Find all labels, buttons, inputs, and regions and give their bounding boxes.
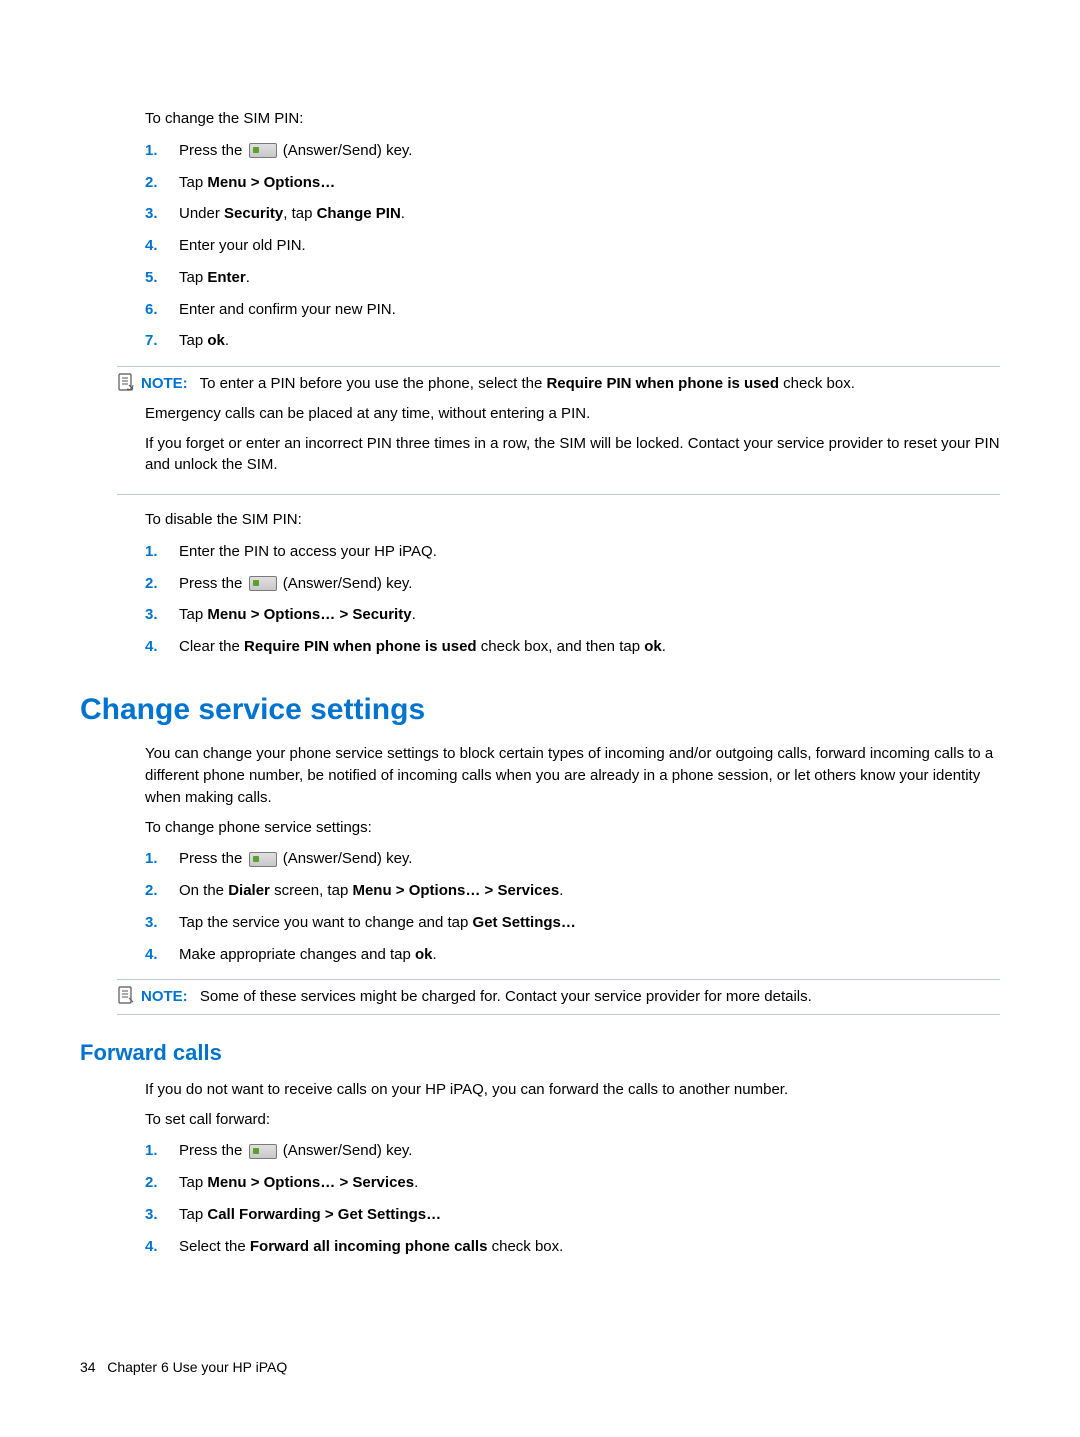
list-item: 2. Press the (Answer/Send) key.	[145, 573, 1000, 595]
step-text: Press the (Answer/Send) key.	[179, 573, 412, 595]
step-text: Tap Enter.	[179, 267, 250, 289]
step-number: 2.	[145, 1172, 179, 1194]
service-settings-steps: 1. Press the (Answer/Send) key. 2. On th…	[145, 848, 1000, 965]
note-text: To enter a PIN before you use the phone,…	[200, 375, 855, 392]
step-number: 2.	[145, 172, 179, 194]
chapter-title: Chapter 6 Use your HP iPAQ	[107, 1359, 287, 1375]
list-item: 1. Press the (Answer/Send) key.	[145, 848, 1000, 870]
list-item: 4. Make appropriate changes and tap ok.	[145, 944, 1000, 966]
list-item: 3. Under Security, tap Change PIN.	[145, 203, 1000, 225]
step-text: Enter and confirm your new PIN.	[179, 299, 396, 321]
page-footer: 34 Chapter 6 Use your HP iPAQ	[80, 1357, 287, 1377]
note-services-charged: NOTE: Some of these services might be ch…	[117, 979, 1000, 1015]
list-item: 4. Clear the Require PIN when phone is u…	[145, 636, 1000, 658]
answer-send-key-icon	[249, 852, 277, 867]
step-text: On the Dialer screen, tap Menu > Options…	[179, 880, 563, 902]
step-text: Tap Menu > Options…	[179, 172, 335, 194]
answer-send-key-icon	[249, 1144, 277, 1159]
step-number: 3.	[145, 1204, 179, 1226]
heading-forward-calls: Forward calls	[80, 1037, 1000, 1069]
step-number: 1.	[145, 848, 179, 870]
list-item: 3. Tap Call Forwarding > Get Settings…	[145, 1204, 1000, 1226]
list-item: 6. Enter and confirm your new PIN.	[145, 299, 1000, 321]
step-text: Under Security, tap Change PIN.	[179, 203, 405, 225]
step-number: 1.	[145, 1140, 179, 1162]
step-number: 1.	[145, 541, 179, 563]
list-item: 4. Enter your old PIN.	[145, 235, 1000, 257]
step-number: 7.	[145, 330, 179, 352]
step-text: Tap Menu > Options… > Security.	[179, 604, 416, 626]
step-text: Press the (Answer/Send) key.	[179, 1140, 412, 1162]
step-number: 3.	[145, 912, 179, 934]
note-sim-pin: NOTE: To enter a PIN before you use the …	[117, 366, 1000, 495]
answer-send-key-icon	[249, 143, 277, 158]
note-label: NOTE:	[141, 988, 188, 1005]
sim-change-intro: To change the SIM PIN:	[145, 108, 1000, 130]
sim-change-steps: 1. Press the (Answer/Send) key. 2. Tap M…	[145, 140, 1000, 352]
list-item: 5. Tap Enter.	[145, 267, 1000, 289]
note-label: NOTE:	[141, 375, 188, 392]
step-number: 4.	[145, 636, 179, 658]
note-icon	[117, 986, 135, 1004]
note-icon	[117, 373, 135, 391]
step-number: 2.	[145, 573, 179, 595]
step-text: Select the Forward all incoming phone ca…	[179, 1236, 563, 1258]
heading-change-service-settings: Change service settings	[80, 688, 1000, 732]
sim-disable-intro: To disable the SIM PIN:	[145, 509, 1000, 531]
step-text: Press the (Answer/Send) key.	[179, 848, 412, 870]
step-text: Tap Call Forwarding > Get Settings…	[179, 1204, 441, 1226]
answer-send-key-icon	[249, 576, 277, 591]
step-text: Tap Menu > Options… > Services.	[179, 1172, 418, 1194]
note-text: Some of these services might be charged …	[200, 988, 812, 1005]
step-text: Tap the service you want to change and t…	[179, 912, 576, 934]
step-text: Clear the Require PIN when phone is used…	[179, 636, 666, 658]
note-paragraph: If you forget or enter an incorrect PIN …	[145, 433, 1000, 477]
step-number: 5.	[145, 267, 179, 289]
list-item: 4. Select the Forward all incoming phone…	[145, 1236, 1000, 1258]
step-number: 6.	[145, 299, 179, 321]
step-number: 4.	[145, 944, 179, 966]
step-text: Make appropriate changes and tap ok.	[179, 944, 437, 966]
page-number: 34	[80, 1359, 96, 1375]
step-number: 4.	[145, 1236, 179, 1258]
list-item: 2. On the Dialer screen, tap Menu > Opti…	[145, 880, 1000, 902]
list-item: 1. Press the (Answer/Send) key.	[145, 140, 1000, 162]
step-text: Enter the PIN to access your HP iPAQ.	[179, 541, 437, 563]
step-number: 4.	[145, 235, 179, 257]
step-text: Enter your old PIN.	[179, 235, 306, 257]
list-item: 7. Tap ok.	[145, 330, 1000, 352]
step-text: Press the (Answer/Send) key.	[179, 140, 412, 162]
note-paragraph: Emergency calls can be placed at any tim…	[145, 403, 1000, 425]
forward-calls-intro: If you do not want to receive calls on y…	[145, 1079, 1000, 1101]
list-item: 3. Tap Menu > Options… > Security.	[145, 604, 1000, 626]
step-number: 1.	[145, 140, 179, 162]
service-settings-intro: You can change your phone service settin…	[145, 743, 1000, 808]
list-item: 2. Tap Menu > Options…	[145, 172, 1000, 194]
forward-calls-intro2: To set call forward:	[145, 1109, 1000, 1131]
step-number: 3.	[145, 604, 179, 626]
step-number: 3.	[145, 203, 179, 225]
list-item: 1. Press the (Answer/Send) key.	[145, 1140, 1000, 1162]
forward-calls-steps: 1. Press the (Answer/Send) key. 2. Tap M…	[145, 1140, 1000, 1257]
list-item: 3. Tap the service you want to change an…	[145, 912, 1000, 934]
list-item: 2. Tap Menu > Options… > Services.	[145, 1172, 1000, 1194]
list-item: 1. Enter the PIN to access your HP iPAQ.	[145, 541, 1000, 563]
sim-disable-steps: 1. Enter the PIN to access your HP iPAQ.…	[145, 541, 1000, 658]
step-number: 2.	[145, 880, 179, 902]
service-settings-intro2: To change phone service settings:	[145, 817, 1000, 839]
step-text: Tap ok.	[179, 330, 229, 352]
